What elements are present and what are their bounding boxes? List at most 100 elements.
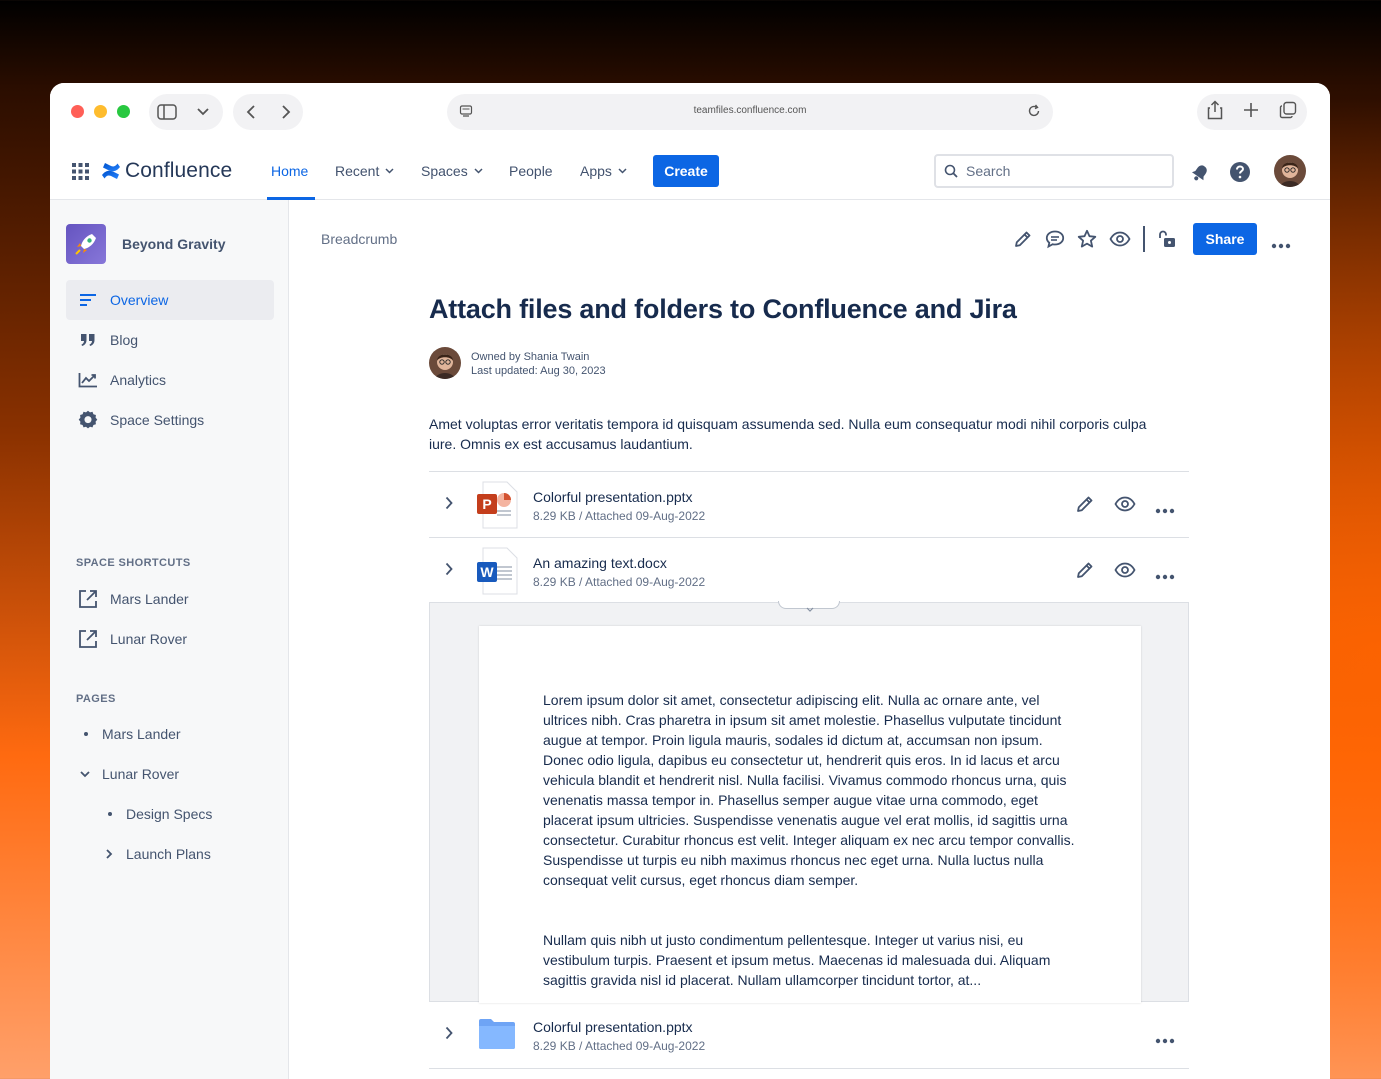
attachment-name[interactable]: An amazing text.docx <box>533 555 667 571</box>
space-sidebar: Beyond Gravity Overview Blog Analytics S… <box>50 200 289 1079</box>
document-preview-page: Lorem ipsum dolor sit amet, consectetur … <box>479 626 1141 1003</box>
comment-icon[interactable] <box>1045 229 1065 254</box>
chevron-down-icon[interactable] <box>80 770 102 778</box>
overview-icon <box>66 293 110 307</box>
more-actions-icon[interactable] <box>1155 501 1175 519</box>
nav-recent-label: Recent <box>335 163 380 179</box>
folder-icon <box>477 1017 517 1056</box>
browser-window: teamfiles.confluence.com Confluence Home… <box>50 83 1330 1079</box>
attachment-row[interactable]: W An amazing text.docx 8.29 KB / Attache… <box>429 537 1189 603</box>
nav-home[interactable]: Home <box>271 163 308 179</box>
page-tree-item[interactable]: Lunar Rover <box>80 766 179 782</box>
chevron-right-icon[interactable] <box>445 562 453 581</box>
external-link-icon <box>66 589 110 609</box>
sidebar-item-overview[interactable]: Overview <box>66 280 274 320</box>
bullet-icon <box>84 732 102 736</box>
search-input[interactable]: Search <box>934 154 1174 188</box>
minimize-window-button[interactable] <box>94 105 107 118</box>
sidebar-item-label: Overview <box>110 292 169 308</box>
document-preview-panel[interactable]: Lorem ipsum dolor sit amet, consectetur … <box>429 601 1189 1003</box>
attachment-name[interactable]: Colorful presentation.pptx <box>533 489 693 505</box>
edit-pencil-icon[interactable] <box>1013 229 1033 254</box>
collapse-preview-handle[interactable] <box>778 601 840 612</box>
page-byline: Owned by Shania Twain Last updated: Aug … <box>471 350 606 378</box>
chevron-down-icon <box>385 168 394 174</box>
gear-icon <box>66 410 110 430</box>
nav-spaces[interactable]: Spaces <box>421 163 483 179</box>
close-window-button[interactable] <box>71 105 84 118</box>
chevron-down-icon[interactable] <box>185 94 221 130</box>
attachment-meta: 8.29 KB / Attached 09-Aug-2022 <box>533 509 706 523</box>
browser-toolbar: teamfiles.confluence.com <box>50 83 1330 143</box>
more-actions-icon[interactable] <box>1155 1031 1175 1049</box>
svg-text:W: W <box>480 564 494 580</box>
nav-apps-label: Apps <box>580 163 612 179</box>
preview-eye-icon[interactable] <box>1114 494 1136 519</box>
share-icon[interactable] <box>1207 99 1223 125</box>
page-tree-label: Mars Lander <box>102 726 181 742</box>
preview-eye-icon[interactable] <box>1114 560 1136 585</box>
sidebar-toggle-group <box>149 94 223 130</box>
forward-arrow-icon[interactable] <box>268 94 303 130</box>
notification-bell-icon[interactable] <box>1190 163 1210 188</box>
app-switcher-icon[interactable] <box>72 163 89 185</box>
shortcuts-heading: SPACE SHORTCUTS <box>76 557 191 569</box>
breadcrumb[interactable]: Breadcrumb <box>321 231 397 247</box>
attachment-row[interactable]: P Colorful presentation.pptx 8.29 KB / A… <box>429 471 1189 537</box>
quote-icon <box>66 333 110 347</box>
nav-people[interactable]: People <box>509 163 553 179</box>
watch-eye-icon[interactable] <box>1109 229 1131 254</box>
sidebar-item-analytics[interactable]: Analytics <box>66 360 274 400</box>
address-bar[interactable]: teamfiles.confluence.com <box>447 94 1053 130</box>
chevron-right-icon[interactable] <box>445 496 453 515</box>
attachment-meta: 8.29 KB / Attached 09-Aug-2022 <box>533 1039 706 1053</box>
maximize-window-button[interactable] <box>117 105 130 118</box>
top-navigation: Confluence Home Recent Spaces People App… <box>50 143 1330 200</box>
page-tree-label: Launch Plans <box>126 846 211 862</box>
owner-avatar[interactable] <box>429 347 461 379</box>
edit-pencil-icon[interactable] <box>1075 560 1095 585</box>
nav-apps[interactable]: Apps <box>580 163 627 179</box>
word-file-icon: W <box>477 546 521 601</box>
rocket-icon <box>66 224 106 264</box>
page-owner: Owned by Shania Twain <box>471 351 590 363</box>
edit-pencil-icon[interactable] <box>1075 494 1095 519</box>
sidebar-item-space-settings[interactable]: Space Settings <box>66 400 274 440</box>
more-actions-icon[interactable] <box>1271 236 1291 254</box>
sidebar-item-label: Space Settings <box>110 412 205 428</box>
search-icon <box>944 164 958 178</box>
shortcut-mars-lander[interactable]: Mars Lander <box>66 579 274 619</box>
page-tree-item[interactable]: Design Specs <box>108 806 212 822</box>
unlock-icon[interactable] <box>1157 229 1177 254</box>
page-tree-item[interactable]: Launch Plans <box>106 846 211 862</box>
nav-recent[interactable]: Recent <box>335 163 394 179</box>
shortcut-lunar-rover[interactable]: Lunar Rover <box>66 619 274 659</box>
sidebar-toggle-icon[interactable] <box>149 94 185 130</box>
browser-actions-group <box>1197 94 1307 130</box>
page-tree-item[interactable]: Mars Lander <box>84 726 181 742</box>
new-tab-icon[interactable] <box>1243 102 1259 123</box>
tab-overview-icon[interactable] <box>1279 101 1297 124</box>
space-header[interactable]: Beyond Gravity <box>66 224 225 264</box>
create-button[interactable]: Create <box>653 155 719 187</box>
confluence-logo[interactable]: Confluence <box>101 159 232 183</box>
user-avatar[interactable] <box>1274 155 1306 187</box>
help-icon[interactable] <box>1229 161 1251 188</box>
preview-paragraph: Lorem ipsum dolor sit amet, consectetur … <box>543 692 1075 888</box>
shortcut-label: Mars Lander <box>110 591 189 607</box>
page-tree-label: Design Specs <box>126 806 213 822</box>
attachment-row[interactable]: Colorful presentation.pptx 8.29 KB / Att… <box>429 1002 1189 1068</box>
chevron-right-icon[interactable] <box>445 1026 453 1045</box>
attachment-meta: 8.29 KB / Attached 09-Aug-2022 <box>533 575 706 589</box>
space-name: Beyond Gravity <box>122 236 226 252</box>
page-intro: Amet voluptas error veritatis tempora id… <box>429 416 1147 452</box>
sidebar-item-blog[interactable]: Blog <box>66 320 274 360</box>
chevron-right-icon[interactable] <box>106 849 126 859</box>
reload-icon[interactable] <box>1027 104 1041 123</box>
more-actions-icon[interactable] <box>1155 567 1175 585</box>
share-button[interactable]: Share <box>1193 223 1257 255</box>
url-text: teamfiles.confluence.com <box>693 105 807 116</box>
star-icon[interactable] <box>1077 229 1097 254</box>
back-arrow-icon[interactable] <box>233 94 268 130</box>
attachment-name[interactable]: Colorful presentation.pptx <box>533 1019 693 1035</box>
